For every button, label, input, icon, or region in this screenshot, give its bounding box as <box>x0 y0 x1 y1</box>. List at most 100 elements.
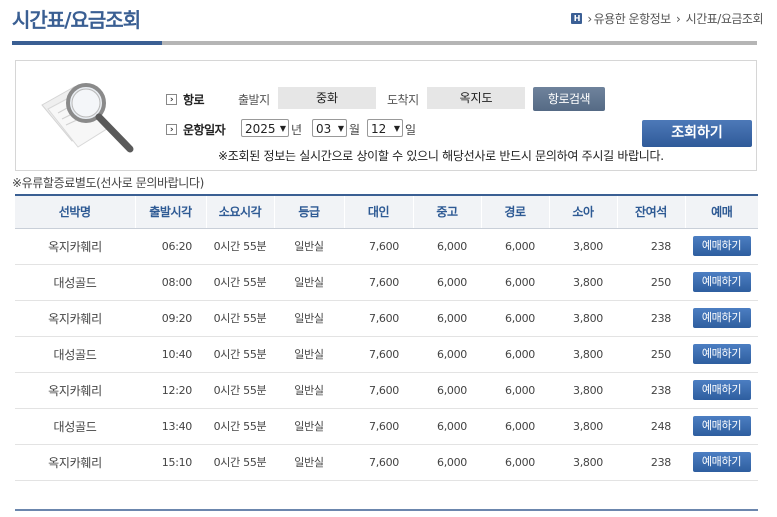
col-header-booking: 예매 <box>684 194 758 229</box>
senior-fare: 6,000 <box>481 300 549 337</box>
search-panel: › 항로 출발지 중화 도착지 옥지도 항로검색 › 운항일자 2025 ▼ 년 … <box>15 60 757 171</box>
breadcrumb-separator-icon: › <box>672 11 684 26</box>
teen-fare: 6,000 <box>413 444 481 481</box>
ship-name: 대성골드 <box>15 264 135 301</box>
departure-time: 15:10 <box>135 444 206 481</box>
col-header-child: 소아 <box>548 194 617 229</box>
magnifier-illustration-icon <box>41 83 134 153</box>
adult-fare: 7,600 <box>344 264 413 301</box>
booking-cell: 예매하기 <box>685 408 758 445</box>
arrival-field[interactable]: 옥지도 <box>427 87 525 109</box>
year-select[interactable]: 2025 ▼ <box>241 119 289 137</box>
query-button[interactable]: 조회하기 <box>642 120 752 147</box>
duration: 0시간 55분 <box>206 300 274 337</box>
col-header-departure-time: 출발시각 <box>134 194 206 229</box>
col-header-senior: 경로 <box>480 194 549 229</box>
duration: 0시간 55분 <box>206 444 274 481</box>
grade: 일반실 <box>274 408 344 445</box>
grade: 일반실 <box>274 300 344 337</box>
notice-text: ※조회된 정보는 실시간으로 상이할 수 있으니 해당선사로 반드시 문의하여 … <box>218 149 664 163</box>
table-row: 대성골드 10:40 0시간 55분 일반실 7,600 6,000 6,000… <box>15 336 758 373</box>
senior-fare: 6,000 <box>481 444 549 481</box>
grade: 일반실 <box>274 264 344 301</box>
teen-fare: 6,000 <box>413 264 481 301</box>
grade: 일반실 <box>274 444 344 481</box>
month-select[interactable]: 03 ▼ <box>312 119 347 137</box>
book-button[interactable]: 예매하기 <box>692 380 751 400</box>
remaining-seats: 238 <box>617 444 685 481</box>
chevron-right-icon: › <box>166 94 177 105</box>
breadcrumb-item-useful-info[interactable]: 유용한 운항정보 <box>594 10 672 27</box>
booking-cell: 예매하기 <box>685 372 758 409</box>
book-button[interactable]: 예매하기 <box>692 236 751 256</box>
col-header-seats: 잔여석 <box>616 194 685 229</box>
teen-fare: 6,000 <box>413 300 481 337</box>
route-search-button[interactable]: 항로검색 <box>533 87 605 111</box>
duration: 0시간 55분 <box>206 408 274 445</box>
fuel-surcharge-note: ※유류할증료별도(선사로 문의바랍니다) <box>12 176 204 190</box>
booking-cell: 예매하기 <box>685 300 758 337</box>
adult-fare: 7,600 <box>344 228 413 265</box>
book-button[interactable]: 예매하기 <box>692 272 751 292</box>
senior-fare: 6,000 <box>481 264 549 301</box>
child-fare: 3,800 <box>549 264 617 301</box>
col-header-ship: 선박명 <box>15 194 135 229</box>
departure-time: 13:40 <box>135 408 206 445</box>
child-fare: 3,800 <box>549 444 617 481</box>
book-button[interactable]: 예매하기 <box>692 344 751 364</box>
adult-fare: 7,600 <box>344 444 413 481</box>
col-header-grade: 등급 <box>273 194 344 229</box>
bottom-divider <box>15 509 758 511</box>
child-fare: 3,800 <box>549 336 617 373</box>
book-button[interactable]: 예매하기 <box>692 416 751 436</box>
table-row: 대성골드 13:40 0시간 55분 일반실 7,600 6,000 6,000… <box>15 408 758 445</box>
ship-name: 옥지카훼리 <box>15 300 135 337</box>
adult-fare: 7,600 <box>344 372 413 409</box>
teen-fare: 6,000 <box>413 336 481 373</box>
adult-fare: 7,600 <box>344 300 413 337</box>
route-row-label: › 항로 <box>166 91 205 108</box>
chevron-down-icon: ▼ <box>279 124 286 133</box>
year-unit: 년 <box>291 123 303 137</box>
breadcrumb-item-timetable[interactable]: 시간표/요금조회 <box>686 10 764 27</box>
teen-fare: 6,000 <box>413 228 481 265</box>
remaining-seats: 238 <box>617 372 685 409</box>
senior-fare: 6,000 <box>481 408 549 445</box>
breadcrumb: H › 유용한 운항정보 › 시간표/요금조회 <box>571 10 764 27</box>
departure-time: 09:20 <box>135 300 206 337</box>
adult-fare: 7,600 <box>344 408 413 445</box>
chevron-down-icon: ▼ <box>337 124 344 133</box>
date-row-label: › 운항일자 <box>166 121 226 138</box>
book-button[interactable]: 예매하기 <box>692 308 751 328</box>
departure-field[interactable]: 중화 <box>278 87 376 109</box>
remaining-seats: 238 <box>617 300 685 337</box>
arrival-label: 도착지 <box>387 93 419 107</box>
senior-fare: 6,000 <box>481 336 549 373</box>
duration: 0시간 55분 <box>206 372 274 409</box>
ship-name: 대성골드 <box>15 408 135 445</box>
home-icon[interactable]: H <box>571 13 583 24</box>
col-header-duration: 소요시각 <box>205 194 274 229</box>
book-button[interactable]: 예매하기 <box>692 452 751 472</box>
booking-cell: 예매하기 <box>685 336 758 373</box>
senior-fare: 6,000 <box>481 372 549 409</box>
page-title: 시간표/요금조회 <box>12 8 141 32</box>
table-row: 옥지카훼리 12:20 0시간 55분 일반실 7,600 6,000 6,00… <box>15 372 758 409</box>
day-select[interactable]: 12 ▼ <box>367 119 403 137</box>
title-underline <box>162 41 757 45</box>
departure-time: 06:20 <box>135 228 206 265</box>
duration: 0시간 55분 <box>206 228 274 265</box>
departure-time: 10:40 <box>135 336 206 373</box>
ship-name: 옥지카훼리 <box>15 228 135 265</box>
day-unit: 일 <box>405 123 417 137</box>
col-header-teen: 중고 <box>412 194 481 229</box>
booking-cell: 예매하기 <box>685 264 758 301</box>
teen-fare: 6,000 <box>413 372 481 409</box>
chevron-right-icon: › <box>166 124 177 135</box>
child-fare: 3,800 <box>549 300 617 337</box>
adult-fare: 7,600 <box>344 336 413 373</box>
booking-cell: 예매하기 <box>685 228 758 265</box>
table-row: 옥지카훼리 06:20 0시간 55분 일반실 7,600 6,000 6,00… <box>15 228 758 265</box>
table-row: 대성골드 08:00 0시간 55분 일반실 7,600 6,000 6,000… <box>15 264 758 301</box>
table-header-row: 선박명 출발시각 소요시각 등급 대인 중고 경로 소아 잔여석 예매 <box>15 194 758 229</box>
